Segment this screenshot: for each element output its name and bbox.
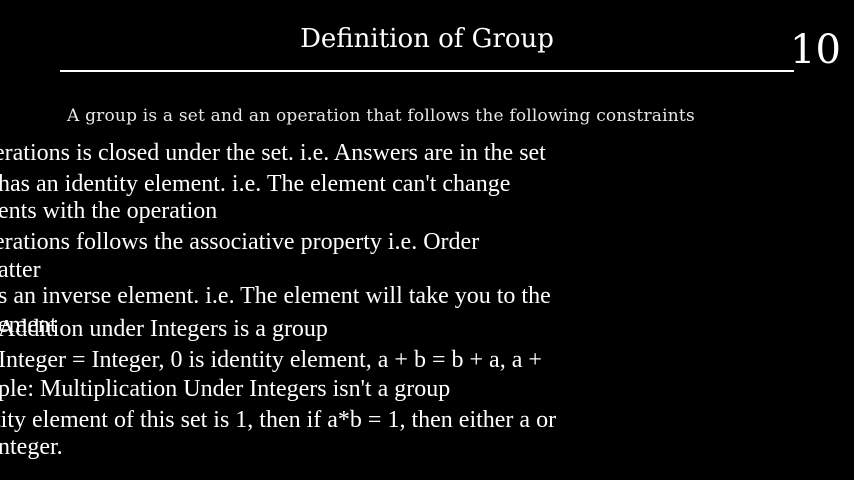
text-line: s an inverse element. i.e. The element w… [0, 283, 551, 309]
body-text: erations is closed under the set. i.e. A… [0, 0, 608, 480]
text-line: ents with the operation [0, 198, 218, 224]
text-line: has an identity element. i.e. The elemen… [0, 171, 511, 197]
slide-number: 10 [790, 27, 841, 73]
slide: Definition of Group 10 A group is a set … [0, 0, 854, 480]
text-line: atter [0, 257, 41, 283]
text-line: erations is closed under the set. i.e. A… [0, 140, 546, 166]
text-line: nteger. [0, 434, 63, 460]
text-line: ple: Multiplication Under Integers isn't… [0, 376, 451, 402]
text-line: Addition under Integers is a group [0, 316, 328, 342]
text-line: tity element of this set is 1, then if a… [0, 407, 557, 433]
text-line: erations follows the associative propert… [0, 229, 480, 255]
text-line: Integer = Integer, 0 is identity element… [0, 347, 542, 373]
